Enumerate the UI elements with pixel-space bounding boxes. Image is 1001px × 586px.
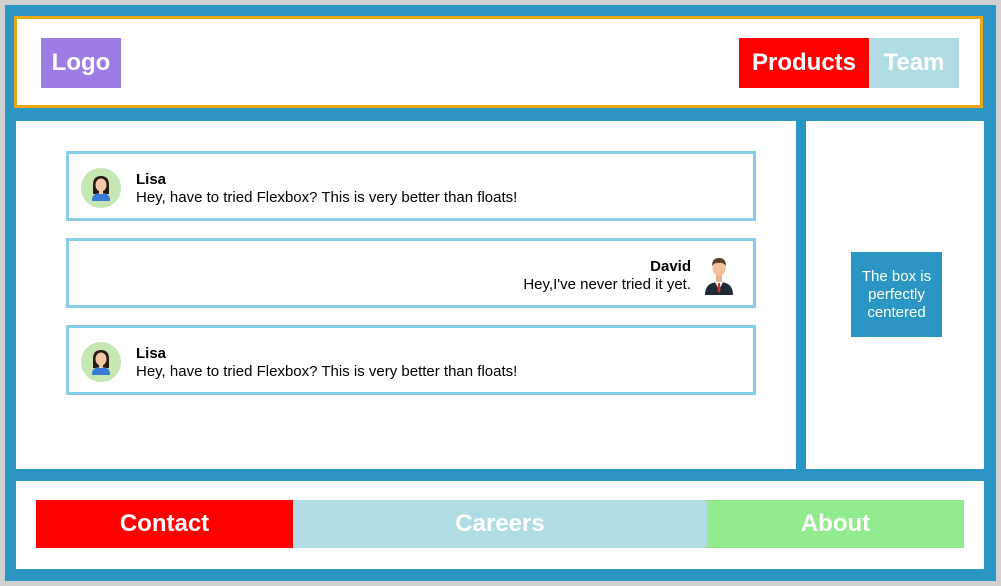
footer: Contact Careers About bbox=[16, 481, 984, 569]
nav-products[interactable]: Products bbox=[739, 38, 869, 88]
message-text: Hey,I've never tried it yet. bbox=[523, 276, 691, 293]
chat-message: David Hey,I've never tried it yet. bbox=[66, 238, 756, 308]
sender-name: Lisa bbox=[136, 345, 167, 362]
header-inner: Logo Products Team bbox=[14, 16, 983, 108]
female-avatar-icon bbox=[81, 168, 121, 208]
sender-name: David bbox=[650, 258, 691, 275]
chat-message: Lisa Hey, have to tried Flexbox? This is… bbox=[66, 325, 756, 395]
main-content: Lisa Hey, have to tried Flexbox? This is… bbox=[16, 121, 796, 469]
male-avatar-icon bbox=[699, 253, 739, 295]
sidebar: The box is perfectly centered bbox=[806, 121, 984, 469]
female-avatar-icon bbox=[81, 342, 121, 382]
message-text: Hey, have to tried Flexbox? This is very… bbox=[136, 363, 518, 380]
footer-careers-link[interactable]: Careers bbox=[293, 500, 707, 548]
centered-box: The box is perfectly centered bbox=[851, 252, 942, 337]
footer-about-link[interactable]: About bbox=[707, 500, 964, 548]
logo[interactable]: Logo bbox=[41, 38, 121, 88]
header: Logo Products Team bbox=[14, 16, 983, 108]
sender-name: Lisa bbox=[136, 171, 167, 188]
footer-contact-link[interactable]: Contact bbox=[36, 500, 293, 548]
nav-team[interactable]: Team bbox=[869, 38, 959, 88]
chat-message: Lisa Hey, have to tried Flexbox? This is… bbox=[66, 151, 756, 221]
message-text: Hey, have to tried Flexbox? This is very… bbox=[136, 189, 518, 206]
